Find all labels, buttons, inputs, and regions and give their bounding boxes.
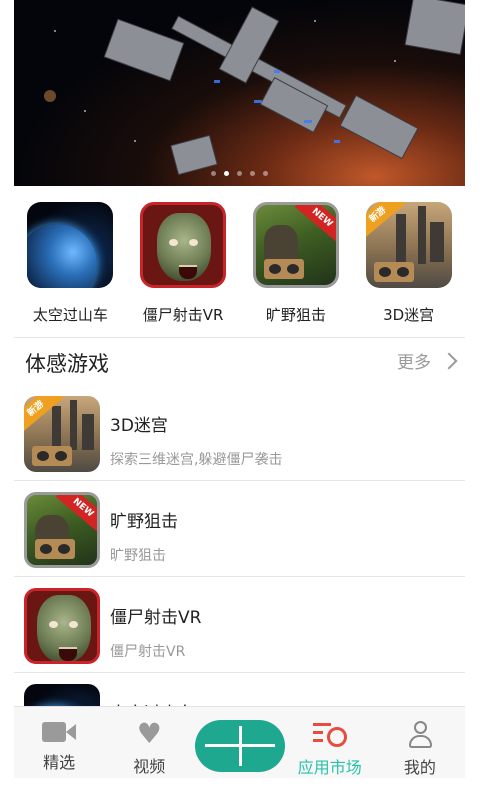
featured-item-label: 3D迷宫 xyxy=(383,306,435,324)
asteroid xyxy=(44,90,56,102)
featured-item-3d-maze[interactable]: 新游 3D迷宫 xyxy=(352,188,465,337)
tab-label: 精选 xyxy=(43,753,76,772)
video-camera-icon xyxy=(42,721,77,743)
space-station-illustration xyxy=(44,0,465,176)
featured-item-zombie-vr[interactable]: 僵尸射击VR xyxy=(127,188,240,337)
pagination-dot[interactable] xyxy=(211,171,216,176)
heart-icon: ♥ xyxy=(136,717,162,750)
promo-banner[interactable] xyxy=(14,0,465,186)
featured-item-label: 僵尸射击VR xyxy=(142,306,224,324)
tab-app-market[interactable]: 应用市场 xyxy=(285,707,375,778)
app-icon: NEW xyxy=(24,492,100,568)
tab-label: 我的 xyxy=(403,758,436,777)
list-item[interactable]: 新游 3D迷宫 探索三维迷宫,躲避僵尸袭击 xyxy=(14,385,465,481)
plus-button[interactable] xyxy=(195,720,285,772)
featured-item-wild-sniper[interactable]: NEW 旷野狙击 xyxy=(240,188,353,337)
zombie-face-image xyxy=(37,595,91,661)
list-item[interactable]: 僵尸射击VR 僵尸射击VR xyxy=(14,577,465,673)
app-thumbnail: 新游 xyxy=(365,202,452,288)
more-label: 更多 xyxy=(397,353,431,373)
tab-featured[interactable]: 精选 xyxy=(14,707,104,778)
app-page: 太空过山车 僵尸射击VR NEW 旷野狙击 新游 3D迷宫 体感游戏 更多 新游… xyxy=(14,0,465,800)
app-name: 僵尸射击VR xyxy=(110,608,202,628)
featured-item-space-coaster[interactable]: 太空过山车 xyxy=(14,188,127,337)
app-description: 探索三维迷宫,躲避僵尸袭击 xyxy=(110,452,283,468)
app-icon: 新游 xyxy=(24,396,100,472)
app-thumbnail xyxy=(140,202,227,288)
app-description: 旷野狙击 xyxy=(110,548,166,564)
app-icon xyxy=(24,588,100,664)
app-description: 僵尸射击VR xyxy=(110,644,186,660)
zombie-face-image xyxy=(157,213,212,281)
vr-goggles-icon xyxy=(35,539,75,559)
pagination-dot[interactable] xyxy=(250,171,255,176)
more-link[interactable]: 更多 xyxy=(397,348,458,373)
banner-pagination xyxy=(14,171,465,176)
bottom-tab-bar: 精选 ♥ 视频 应用市场 我的 xyxy=(14,706,465,778)
pagination-dot-active[interactable] xyxy=(224,171,229,176)
pagination-dot[interactable] xyxy=(263,171,268,176)
vr-goggles-icon xyxy=(263,259,304,279)
vr-goggles-icon xyxy=(373,262,414,282)
featured-item-label: 太空过山车 xyxy=(32,306,108,324)
featured-item-label: 旷野狙击 xyxy=(265,306,326,324)
planet-image xyxy=(27,224,98,288)
user-icon xyxy=(407,721,433,748)
section-title: 体感游戏 xyxy=(25,352,109,376)
app-name: 3D迷宫 xyxy=(110,416,168,436)
tab-mine[interactable]: 我的 xyxy=(375,707,465,778)
app-market-icon xyxy=(312,721,347,748)
pagination-dot[interactable] xyxy=(237,171,242,176)
new-badge: NEW xyxy=(294,205,336,243)
tab-label: 视频 xyxy=(133,757,166,776)
featured-apps: 太空过山车 僵尸射击VR NEW 旷野狙击 新游 3D迷宫 xyxy=(14,188,465,338)
motion-games-section-header: 体感游戏 更多 xyxy=(14,339,465,385)
app-thumbnail: NEW xyxy=(252,202,339,288)
list-item[interactable]: NEW 旷野狙击 旷野狙击 xyxy=(14,481,465,577)
tab-label: 应用市场 xyxy=(297,758,362,777)
vr-goggles-icon xyxy=(32,446,72,466)
app-name: 旷野狙击 xyxy=(110,512,178,532)
app-thumbnail xyxy=(27,202,114,288)
tab-video[interactable]: ♥ 视频 xyxy=(104,707,194,778)
chevron-right-icon xyxy=(440,352,458,369)
